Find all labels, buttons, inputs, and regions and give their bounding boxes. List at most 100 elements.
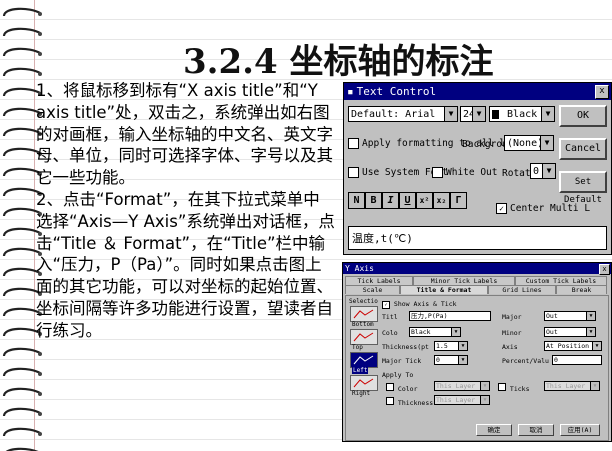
normal-format-button[interactable]: N [348,192,365,209]
checkbox-box [348,167,359,178]
show-axis-checkbox[interactable]: ✓ Show Axis & Tick [382,300,457,309]
center-multiline-label: Center Multi L [510,203,591,214]
white-out-label: White Out [446,167,498,178]
color-label: Colo [382,329,398,337]
tab-minor-tick-labels[interactable]: Minor Tick Labels [413,276,515,285]
chevron-down-icon: ▼ [586,312,595,320]
axis-position-value: At Position [546,342,590,350]
spiral-ring [2,227,41,237]
chevron-down-icon: ▼ [542,164,555,178]
chevron-down-icon: ▼ [480,382,489,390]
side-bottom-label: Bottom [352,321,374,328]
spiral-ring [2,167,41,177]
cancel-button[interactable]: Cancel [559,138,607,160]
spiral-ring [2,27,41,37]
greek-button[interactable]: Γ [450,192,467,209]
spiral-ring [2,247,41,257]
spiral-ring [2,347,41,357]
spiral-hole [38,372,42,376]
rotate-value: 0 [533,166,540,177]
spiral-ring [2,107,41,117]
superscript-button[interactable]: x² [416,192,433,209]
tab-break[interactable]: Break [556,285,607,294]
tab-grid-lines[interactable]: Grid Lines [488,285,556,294]
percent-value-input[interactable]: 0 [552,355,602,365]
major-label: Major [502,313,522,321]
axis-color-select[interactable]: Black ▼ [409,327,461,337]
text-control-title: Text Control [356,85,437,98]
check-icon: ✓ [382,301,390,309]
paragraph-1: 1、将鼠标移到标有“X axis title”和“Y axis title”处，… [36,81,333,188]
center-multiline-checkbox[interactable]: ✓ Center Multi L [496,203,590,214]
apply-thickness-scope-select[interactable]: This Layer ▼ [434,395,490,405]
major-tick-select[interactable]: 0 ▼ [434,355,468,365]
apply-color-label: Color [397,385,418,393]
side-bottom-button[interactable] [350,306,378,322]
spiral-hole [38,32,42,36]
close-button[interactable]: x [599,264,610,275]
axis-top-icon [353,332,374,342]
side-left-label: Left [352,367,369,374]
spiral-ring [2,387,41,397]
spiral-ring [2,427,41,437]
cancel-button[interactable]: 取消 [518,424,554,436]
spiral-hole [38,412,42,416]
underline-button[interactable]: U [399,192,416,209]
apply-ticks-scope-value: This Layer [546,382,586,390]
side-top-button[interactable] [350,329,378,345]
apply-thickness-checkbox[interactable]: Thickness [386,397,433,407]
font-select-value: Default: Arial [351,109,436,120]
white-out-checkbox[interactable]: White Out [432,167,497,178]
apply-color-checkbox[interactable]: Color [386,383,418,393]
ok-button[interactable]: OK [559,105,607,127]
apply-color-scope-value: This Layer [436,382,476,390]
rotate-select[interactable]: 0 ▼ [530,163,556,179]
tab-tick-labels[interactable]: Tick Labels [345,276,413,285]
checkbox-box [498,383,506,391]
tab-title-format[interactable]: Title & Format [400,285,488,294]
apply-color-scope-select[interactable]: This Layer ▼ [434,381,490,391]
minor-label: Minor [502,329,522,337]
text-edit-field[interactable]: 温度,t(℃) [348,226,607,250]
spiral-ring [2,207,41,217]
color-select-value: Black [507,109,538,120]
italic-button[interactable]: I [382,192,399,209]
tab-custom-tick-labels[interactable]: Custom Tick Labels [515,276,607,285]
apply-ticks-scope-select[interactable]: This Layer ▼ [544,381,600,391]
side-right-button[interactable] [350,375,378,391]
subscript-button[interactable]: x₂ [433,192,450,209]
font-size-select[interactable]: 24 ▼ [460,106,486,122]
background-value: (None) [507,138,544,149]
close-button[interactable]: x [595,85,609,99]
thickness-value: 1.5 [436,342,448,350]
set-default-button[interactable]: Set Default [559,171,607,205]
ok-button[interactable]: 确定 [476,424,512,436]
spiral-ring [2,67,41,77]
spiral-ring [2,327,41,337]
axis-position-label: Axis [502,343,518,351]
spiral-ring [2,127,41,137]
slide-body: 1、将鼠标移到标有“X axis title”和“Y axis title”处，… [36,80,336,342]
show-axis-label: Show Axis & Tick [393,300,457,308]
text-control-dialog: ▪ Text Control x Default: Arial ▼ 24 ▼ B… [343,82,612,255]
background-select[interactable]: (None) ▼ [504,135,554,151]
apply-ticks-checkbox[interactable]: Ticks [498,383,530,393]
bold-button[interactable]: B [365,192,382,209]
side-left-button[interactable] [350,352,378,368]
tab-scale[interactable]: Scale [345,285,400,294]
checkbox-box [348,138,359,149]
axis-position-select[interactable]: At Position ▼ [544,341,602,351]
major-select[interactable]: Out ▼ [544,311,596,321]
chevron-down-icon: ▼ [541,107,554,121]
spiral-hole [38,432,42,436]
thickness-select[interactable]: 1.5 ▼ [434,341,468,351]
apply-button[interactable]: 应用(A) [560,424,600,436]
color-select[interactable]: Black ▼ [489,106,555,122]
minor-select[interactable]: Out ▼ [544,327,596,337]
axis-title-input[interactable]: 压力,P(Pa) [409,311,491,321]
font-select[interactable]: Default: Arial ▼ [348,106,458,122]
spiral-ring [2,367,41,377]
major-tick-label: Major Tick [382,357,422,365]
chevron-down-icon: ▼ [586,328,595,336]
chevron-down-icon: ▼ [458,356,467,364]
